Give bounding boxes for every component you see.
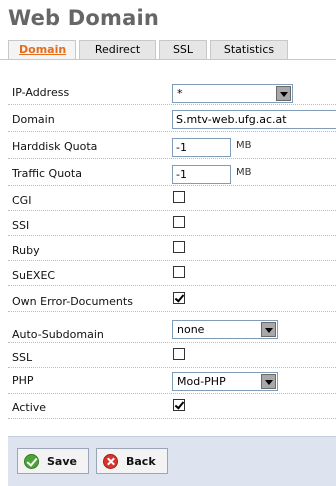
ip-address-select[interactable]: * [172,84,293,103]
harddisk-quota-input[interactable]: -1 [172,138,231,157]
active-checkbox[interactable] [173,399,185,411]
ssl-checkbox[interactable] [173,348,185,360]
row-php: PHP Mod-PHP [8,369,336,394]
error-documents-checkbox[interactable] [173,292,185,304]
traffic-quota-label: Traffic Quota [12,167,82,180]
page-title: Web Domain [8,6,160,30]
row-harddisk-quota: Harddisk Quota -1 MB [8,133,336,159]
row-ip-address: IP-Address * [8,80,336,105]
row-error-documents: Own Error-Documents [8,287,336,312]
auto-subdomain-label: Auto-Subdomain [12,328,104,341]
row-suexec: SuEXEC [8,262,336,286]
traffic-quota-input[interactable]: -1 [172,165,231,184]
chevron-down-icon[interactable] [276,86,291,101]
suexec-checkbox[interactable] [173,266,185,278]
chevron-down-icon[interactable] [261,374,276,389]
auto-subdomain-select[interactable]: none [172,320,278,339]
tab-ssl[interactable]: SSL [159,40,207,59]
save-button-label: Save [47,454,77,468]
suexec-label: SuEXEC [12,269,56,282]
php-value: Mod-PHP [177,375,226,388]
back-button[interactable]: Back [96,448,168,474]
tab-domain[interactable]: Domain [8,40,76,59]
ip-address-label: IP-Address [12,86,70,99]
row-domain: Domain S.mtv-web.ufg.ac.at [8,106,336,132]
ip-address-value: * [177,87,183,100]
harddisk-quota-label: Harddisk Quota [12,140,98,153]
php-select[interactable]: Mod-PHP [172,372,278,391]
tab-divider [0,59,336,60]
tab-redirect[interactable]: Redirect [79,40,156,59]
ssi-label: SSI [12,219,30,232]
cgi-checkbox[interactable] [173,191,185,203]
traffic-quota-unit: MB [236,167,252,178]
save-button[interactable]: Save [17,448,89,474]
cgi-label: CGI [12,194,32,207]
ruby-label: Ruby [12,244,40,257]
chevron-down-icon[interactable] [261,322,276,337]
check-circle-icon [24,453,39,469]
row-cgi: CGI [8,187,336,211]
domain-input[interactable]: S.mtv-web.ufg.ac.at [172,110,336,129]
ruby-checkbox[interactable] [173,241,185,253]
row-active: Active [8,395,336,419]
row-ssi: SSI [8,212,336,236]
active-label: Active [12,401,47,414]
harddisk-quota-unit: MB [236,140,252,151]
row-ruby: Ruby [8,237,336,261]
row-ssl: SSL [8,344,336,368]
auto-subdomain-value: none [177,323,205,336]
error-documents-label: Own Error-Documents [12,295,133,308]
tab-bar: Domain Redirect SSL Statistics [8,40,288,59]
tab-statistics[interactable]: Statistics [210,40,288,59]
ssi-checkbox[interactable] [173,216,185,228]
domain-label: Domain [12,113,55,126]
back-button-label: Back [126,454,156,468]
button-bar: Save Back [8,436,336,486]
row-auto-subdomain: Auto-Subdomain none [8,313,336,343]
row-traffic-quota: Traffic Quota -1 MB [8,160,336,186]
x-circle-icon [103,453,118,469]
php-label: PHP [12,374,34,387]
ssl-label: SSL [12,351,33,364]
